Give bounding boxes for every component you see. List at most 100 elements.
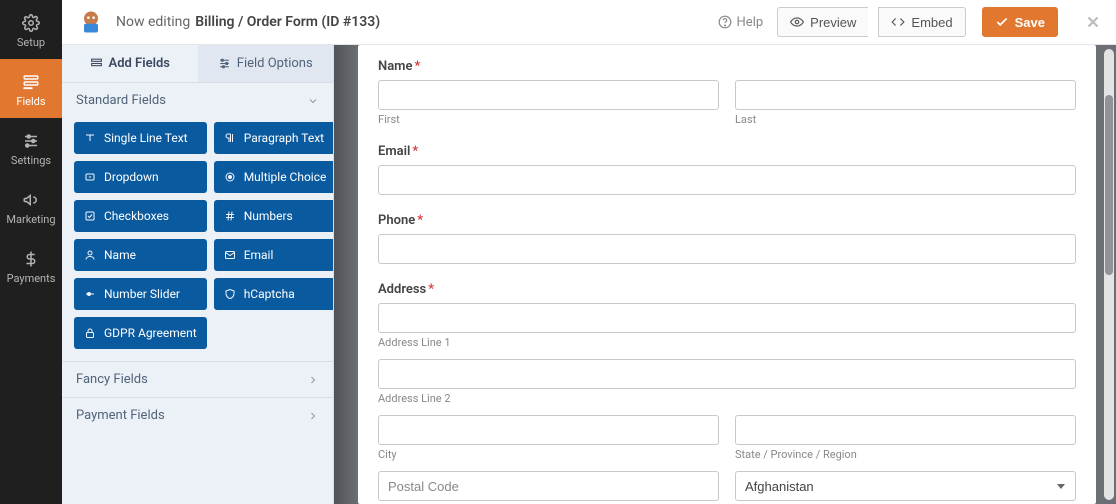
- city-input[interactable]: [378, 415, 719, 445]
- standard-field-grid: Single Line Text Paragraph Text Dropdown…: [62, 118, 333, 361]
- group-fancy-fields[interactable]: Fancy Fields: [62, 361, 333, 397]
- field-multiple-choice[interactable]: Multiple Choice: [214, 161, 334, 193]
- fields-panel: Add Fields Field Options Standard Fields…: [62, 45, 334, 504]
- nav-marketing-label: Marketing: [6, 213, 55, 226]
- country-select[interactable]: Afghanistan: [735, 471, 1076, 501]
- field-label: Name: [104, 248, 136, 262]
- close-button[interactable]: [1084, 13, 1102, 31]
- user-icon: [84, 249, 96, 261]
- phone-input[interactable]: [378, 234, 1076, 264]
- nav-fields[interactable]: Fields: [0, 59, 62, 118]
- lock-icon: [84, 327, 96, 339]
- help-label: Help: [737, 15, 764, 30]
- add-fields-icon: [90, 57, 103, 70]
- field-label: Numbers: [244, 209, 293, 223]
- tab-field-options[interactable]: Field Options: [198, 45, 334, 82]
- required-asterisk: *: [414, 59, 420, 74]
- email-label: Email*: [378, 144, 1076, 159]
- field-dropdown[interactable]: Dropdown: [74, 161, 207, 193]
- postal-input[interactable]: [378, 471, 719, 501]
- tab-add-fields[interactable]: Add Fields: [62, 45, 198, 82]
- name-label: Name*: [378, 59, 1076, 74]
- canvas-shadow: [334, 45, 358, 504]
- required-asterisk: *: [412, 144, 418, 159]
- mail-icon: [224, 249, 236, 261]
- nav-marketing[interactable]: Marketing: [0, 177, 62, 236]
- embed-button[interactable]: Embed: [878, 7, 965, 37]
- field-hcaptcha[interactable]: hCaptcha: [214, 278, 334, 310]
- text-icon: [84, 132, 96, 144]
- address-line1-sublabel: Address Line 1: [378, 336, 1076, 349]
- preview-label: Preview: [810, 15, 856, 30]
- nav-settings-label: Settings: [11, 154, 51, 167]
- field-email[interactable]: Email: [214, 239, 334, 271]
- check-icon: [995, 15, 1009, 29]
- region-input[interactable]: [735, 415, 1076, 445]
- megaphone-icon: [22, 191, 40, 209]
- form-icon: [22, 73, 40, 91]
- field-paragraph-text[interactable]: Paragraph Text: [214, 122, 334, 154]
- help-link[interactable]: Help: [718, 15, 764, 30]
- options-icon: [218, 57, 231, 70]
- chevron-right-icon: [307, 374, 319, 386]
- form-address-block: Address* Address Line 1 Address Line 2 C…: [378, 282, 1076, 504]
- phone-label: Phone*: [378, 213, 1076, 228]
- email-input[interactable]: [378, 165, 1076, 195]
- region-sublabel: State / Province / Region: [735, 448, 1076, 461]
- group-payment-label: Payment Fields: [76, 408, 165, 423]
- field-label: Single Line Text: [104, 131, 188, 145]
- field-single-line-text[interactable]: Single Line Text: [74, 122, 207, 154]
- address-line2-input[interactable]: [378, 359, 1076, 389]
- canvas-wrap: Name* First Last Email* P: [334, 45, 1116, 504]
- group-standard-fields[interactable]: Standard Fields: [62, 83, 333, 118]
- main-nav: Setup Fields Settings Marketing Payments: [0, 0, 62, 504]
- scrollbar-thumb[interactable]: [1105, 95, 1113, 275]
- field-name[interactable]: Name: [74, 239, 207, 271]
- form-email-block: Email*: [378, 144, 1076, 195]
- nav-setup[interactable]: Setup: [0, 0, 62, 59]
- tab-add-label: Add Fields: [109, 56, 170, 71]
- radio-icon: [224, 171, 236, 183]
- field-checkboxes[interactable]: Checkboxes: [74, 200, 207, 232]
- email-label-text: Email: [378, 144, 410, 159]
- save-label: Save: [1015, 15, 1045, 30]
- field-number-slider[interactable]: Number Slider: [74, 278, 207, 310]
- address-line1-input[interactable]: [378, 303, 1076, 333]
- group-payment-fields[interactable]: Payment Fields: [62, 397, 333, 433]
- tab-options-label: Field Options: [237, 56, 313, 71]
- shield-icon: [224, 288, 236, 300]
- field-label: Multiple Choice: [244, 170, 327, 184]
- dollar-icon: [22, 250, 40, 268]
- city-sublabel: City: [378, 448, 719, 461]
- name-label-text: Name: [378, 59, 412, 74]
- form-canvas[interactable]: Name* First Last Email* P: [358, 45, 1096, 504]
- last-name-input[interactable]: [735, 80, 1076, 110]
- address-label: Address*: [378, 282, 1076, 297]
- embed-label: Embed: [911, 15, 952, 30]
- form-phone-block: Phone*: [378, 213, 1076, 264]
- scrollbar-track[interactable]: [1104, 49, 1114, 500]
- code-icon: [891, 15, 905, 29]
- hash-icon: [224, 210, 236, 222]
- preview-button[interactable]: Preview: [777, 7, 868, 37]
- form-title: Billing / Order Form (ID #133): [195, 14, 380, 30]
- field-gdpr-agreement[interactable]: GDPR Agreement: [74, 317, 207, 349]
- editing-prefix: Now editing: [116, 14, 190, 30]
- chevron-right-icon: [307, 410, 319, 422]
- topbar: Now editing Billing / Order Form (ID #13…: [62, 0, 1116, 45]
- nav-payments[interactable]: Payments: [0, 236, 62, 295]
- last-name-sublabel: Last: [735, 113, 1076, 126]
- address-label-text: Address: [378, 282, 426, 297]
- field-numbers[interactable]: Numbers: [214, 200, 334, 232]
- field-label: Checkboxes: [104, 209, 169, 223]
- address-line2-sublabel: Address Line 2: [378, 392, 1076, 405]
- group-standard-label: Standard Fields: [76, 93, 166, 108]
- group-fancy-label: Fancy Fields: [76, 372, 148, 387]
- first-name-input[interactable]: [378, 80, 719, 110]
- form-name-block: Name* First Last: [378, 59, 1076, 126]
- paragraph-icon: [224, 132, 236, 144]
- nav-payments-label: Payments: [7, 272, 56, 285]
- save-button[interactable]: Save: [982, 7, 1058, 37]
- nav-settings[interactable]: Settings: [0, 118, 62, 177]
- nav-setup-label: Setup: [17, 36, 45, 49]
